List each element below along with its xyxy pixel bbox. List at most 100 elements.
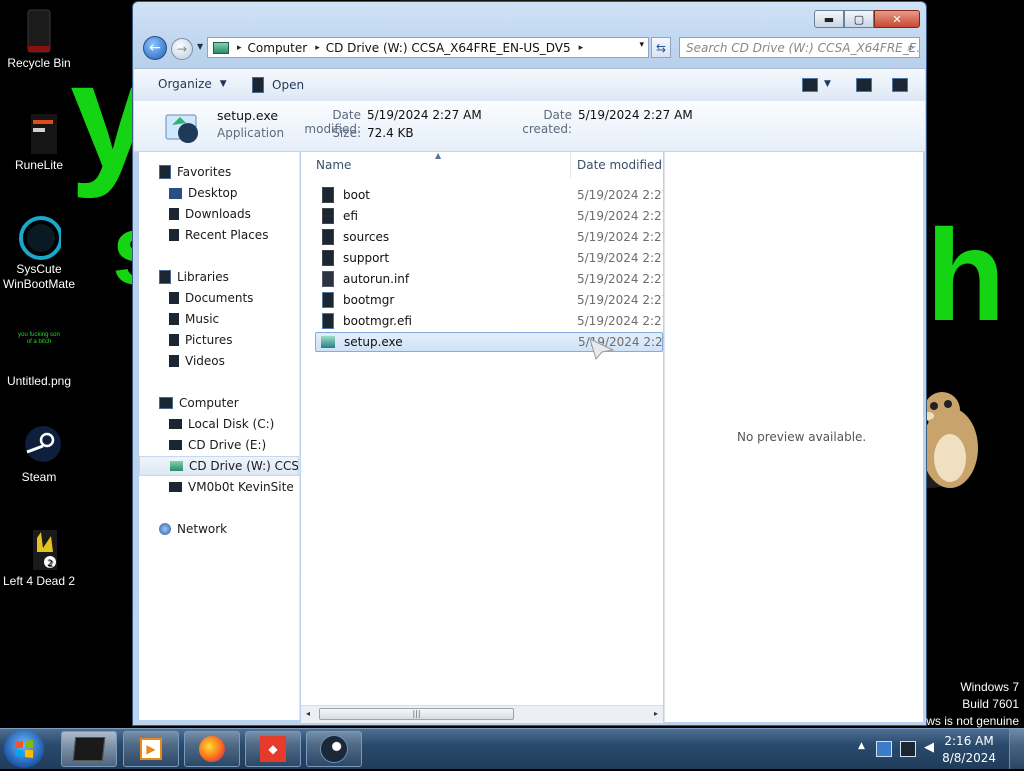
folder-icon: [322, 187, 334, 203]
folder-icon: [322, 208, 334, 224]
chevron-right-icon: ▸: [578, 42, 584, 53]
nav-computer[interactable]: Computer: [159, 393, 319, 413]
tray-volume-icon[interactable]: ◀: [924, 741, 938, 755]
address-dropdown-arrow[interactable]: ▾: [639, 40, 644, 50]
desktop-icon-label: Steam: [21, 470, 57, 484]
address-bar[interactable]: ▸ Computer ▸ CD Drive (W:) CCSA_X64FRE_E…: [207, 37, 649, 58]
file-row-sources[interactable]: sources 5/19/2024 2:27 AM: [315, 227, 663, 247]
nav-computer-label: Computer: [179, 396, 239, 410]
desktop-icon-syscute[interactable]: SysCute WinBootMate: [0, 214, 78, 292]
tray-display-icon[interactable]: [900, 741, 916, 757]
cd-drive-icon: [170, 461, 183, 471]
detail-size-label: Size:: [332, 126, 361, 140]
explorer-window[interactable]: ▬ ▢ ✕ ← → ▼ ▸ Computer ▸ CD Drive (W:) C…: [132, 1, 927, 726]
file-name: efi: [343, 209, 358, 223]
settings-file-icon: [322, 271, 334, 287]
scroll-left-arrow-icon[interactable]: ◂: [306, 709, 310, 718]
nav-favorites-label: Favorites: [177, 165, 232, 179]
tray-expand-arrow[interactable]: ▲: [858, 741, 865, 751]
scroll-right-arrow-icon[interactable]: ▸: [654, 709, 658, 718]
taskbar-explorer-button[interactable]: [61, 731, 117, 767]
file-date: 5/19/2024 2:27 AM: [577, 314, 663, 328]
recent-places-icon: [169, 229, 179, 241]
help-icon[interactable]: [892, 78, 908, 92]
nav-item-cd-drive-w[interactable]: CD Drive (W:) CCSA_: [139, 456, 299, 476]
taskbar-anydesk-button[interactable]: ◆: [245, 731, 301, 767]
clock-time: 2:16 AM: [944, 734, 994, 748]
nav-libraries-label: Libraries: [177, 270, 229, 284]
back-button[interactable]: ←: [143, 36, 167, 60]
sort-ascending-icon: ▲: [435, 151, 442, 160]
desktop-icon-runelite[interactable]: RuneLite: [0, 110, 78, 173]
nav-item-label: CD Drive (E:): [188, 438, 267, 452]
nav-libraries[interactable]: Libraries: [159, 267, 319, 287]
nav-network[interactable]: Network: [159, 519, 319, 539]
arrow-right-icon: →: [176, 42, 188, 56]
scrollbar-thumb[interactable]: |||: [319, 708, 514, 720]
forward-button[interactable]: →: [171, 38, 193, 60]
recent-pages-dropdown[interactable]: ▼: [197, 42, 203, 51]
nav-item-label: Recent Places: [185, 228, 269, 242]
nav-item-label: CD Drive (W:) CCSA_: [189, 459, 299, 473]
watermark-build: Build 7601: [962, 697, 1019, 711]
breadcrumb-cd-drive-w[interactable]: CD Drive (W:) CCSA_X64FRE_EN-US_DV5: [326, 41, 571, 55]
taskbar-media-player-button[interactable]: ▶: [123, 731, 179, 767]
navigation-bar: ← → ▼ ▸ Computer ▸ CD Drive (W:) CCSA_X6…: [141, 36, 920, 60]
clock-date: 8/8/2024: [942, 751, 996, 765]
desktop-folder-icon: [169, 187, 182, 199]
search-input[interactable]: Search CD Drive (W:) CCSA_X64FRE_E... ⌕: [679, 37, 920, 58]
file-list[interactable]: Name ▲ Date modified boot 5/19/2024 2:27…: [301, 151, 664, 720]
breadcrumb-computer[interactable]: Computer: [248, 41, 308, 55]
nav-item-label: Downloads: [185, 207, 251, 221]
system-tray: ▲ ◀ 2:16 AM 8/8/2024: [834, 729, 1024, 769]
file-row-bootmgr[interactable]: bootmgr 5/19/2024 2:27 AM: [315, 290, 663, 310]
desktop-icon-label: SysCute WinBootMate: [2, 262, 76, 291]
file-date: 5/19/2024 2:27 AM: [577, 230, 663, 244]
open-button[interactable]: Open: [252, 77, 304, 93]
close-button[interactable]: ✕: [874, 10, 920, 28]
search-icon: ⌕: [907, 40, 914, 54]
taskbar-firefox-button[interactable]: [184, 731, 240, 767]
folder-icon: [322, 250, 334, 266]
minimize-button[interactable]: ▬: [814, 10, 844, 28]
preview-pane-icon[interactable]: [856, 78, 872, 92]
setup-application-icon: [321, 336, 335, 348]
media-player-icon: ▶: [140, 738, 162, 760]
file-row-efi[interactable]: efi 5/19/2024 2:27 AM: [315, 206, 663, 226]
column-divider[interactable]: [570, 152, 571, 178]
organize-button[interactable]: Organize ▼: [158, 77, 227, 91]
desktop-icon-recycle-bin[interactable]: Recycle Bin: [0, 8, 78, 71]
file-row-bootmgr-efi[interactable]: bootmgr.efi 5/19/2024 2:27 AM: [315, 311, 663, 331]
taskbar-clock[interactable]: 2:16 AM 8/8/2024: [942, 733, 996, 767]
desktop-icon-untitled-png[interactable]: you fucking son of a bitch Untitled.png: [0, 326, 78, 389]
show-desktop-button[interactable]: [1009, 729, 1024, 769]
desktop-icon-left4dead2[interactable]: 2 Left 4 Dead 2: [0, 526, 78, 589]
file-row-boot[interactable]: boot 5/19/2024 2:27 AM: [315, 185, 663, 205]
file-date: 5/19/2024 2:27 AM: [577, 209, 663, 223]
taskbar-steam-button[interactable]: [306, 731, 362, 767]
preview-message: No preview available.: [737, 430, 867, 444]
file-row-autorun-inf[interactable]: autorun.inf 5/19/2024 2:27 AM: [315, 269, 663, 289]
folder-icon: [322, 229, 334, 245]
nav-item-label: VM0b0t KevinSite: [188, 480, 294, 494]
horizontal-scrollbar[interactable]: ◂ ||| ▸: [301, 705, 663, 723]
detail-date-created-value: 5/19/2024 2:27 AM: [578, 108, 693, 122]
desktop-icon-steam[interactable]: Steam: [0, 422, 78, 485]
file-name: autorun.inf: [343, 272, 410, 286]
setup-application-icon: [164, 109, 200, 145]
column-header-date-modified[interactable]: Date modified: [577, 152, 663, 178]
nav-item-label: Music: [185, 312, 220, 326]
view-options-dropdown[interactable]: ▼: [824, 79, 831, 89]
tray-network-icon[interactable]: [876, 741, 892, 757]
search-placeholder: Search CD Drive (W:) CCSA_X64FRE_E...: [686, 41, 920, 55]
nav-item-label: Videos: [185, 354, 225, 368]
nav-favorites[interactable]: Favorites: [159, 162, 319, 182]
cd-drive-icon: [169, 440, 182, 450]
start-button[interactable]: [4, 730, 44, 768]
refresh-button[interactable]: ⇆: [651, 37, 671, 58]
file-row-support[interactable]: support 5/19/2024 2:27 AM: [315, 248, 663, 268]
change-view-icon[interactable]: [802, 78, 818, 92]
hard-drive-icon: [169, 419, 182, 429]
computer-icon: [159, 397, 173, 409]
maximize-button[interactable]: ▢: [844, 10, 874, 28]
